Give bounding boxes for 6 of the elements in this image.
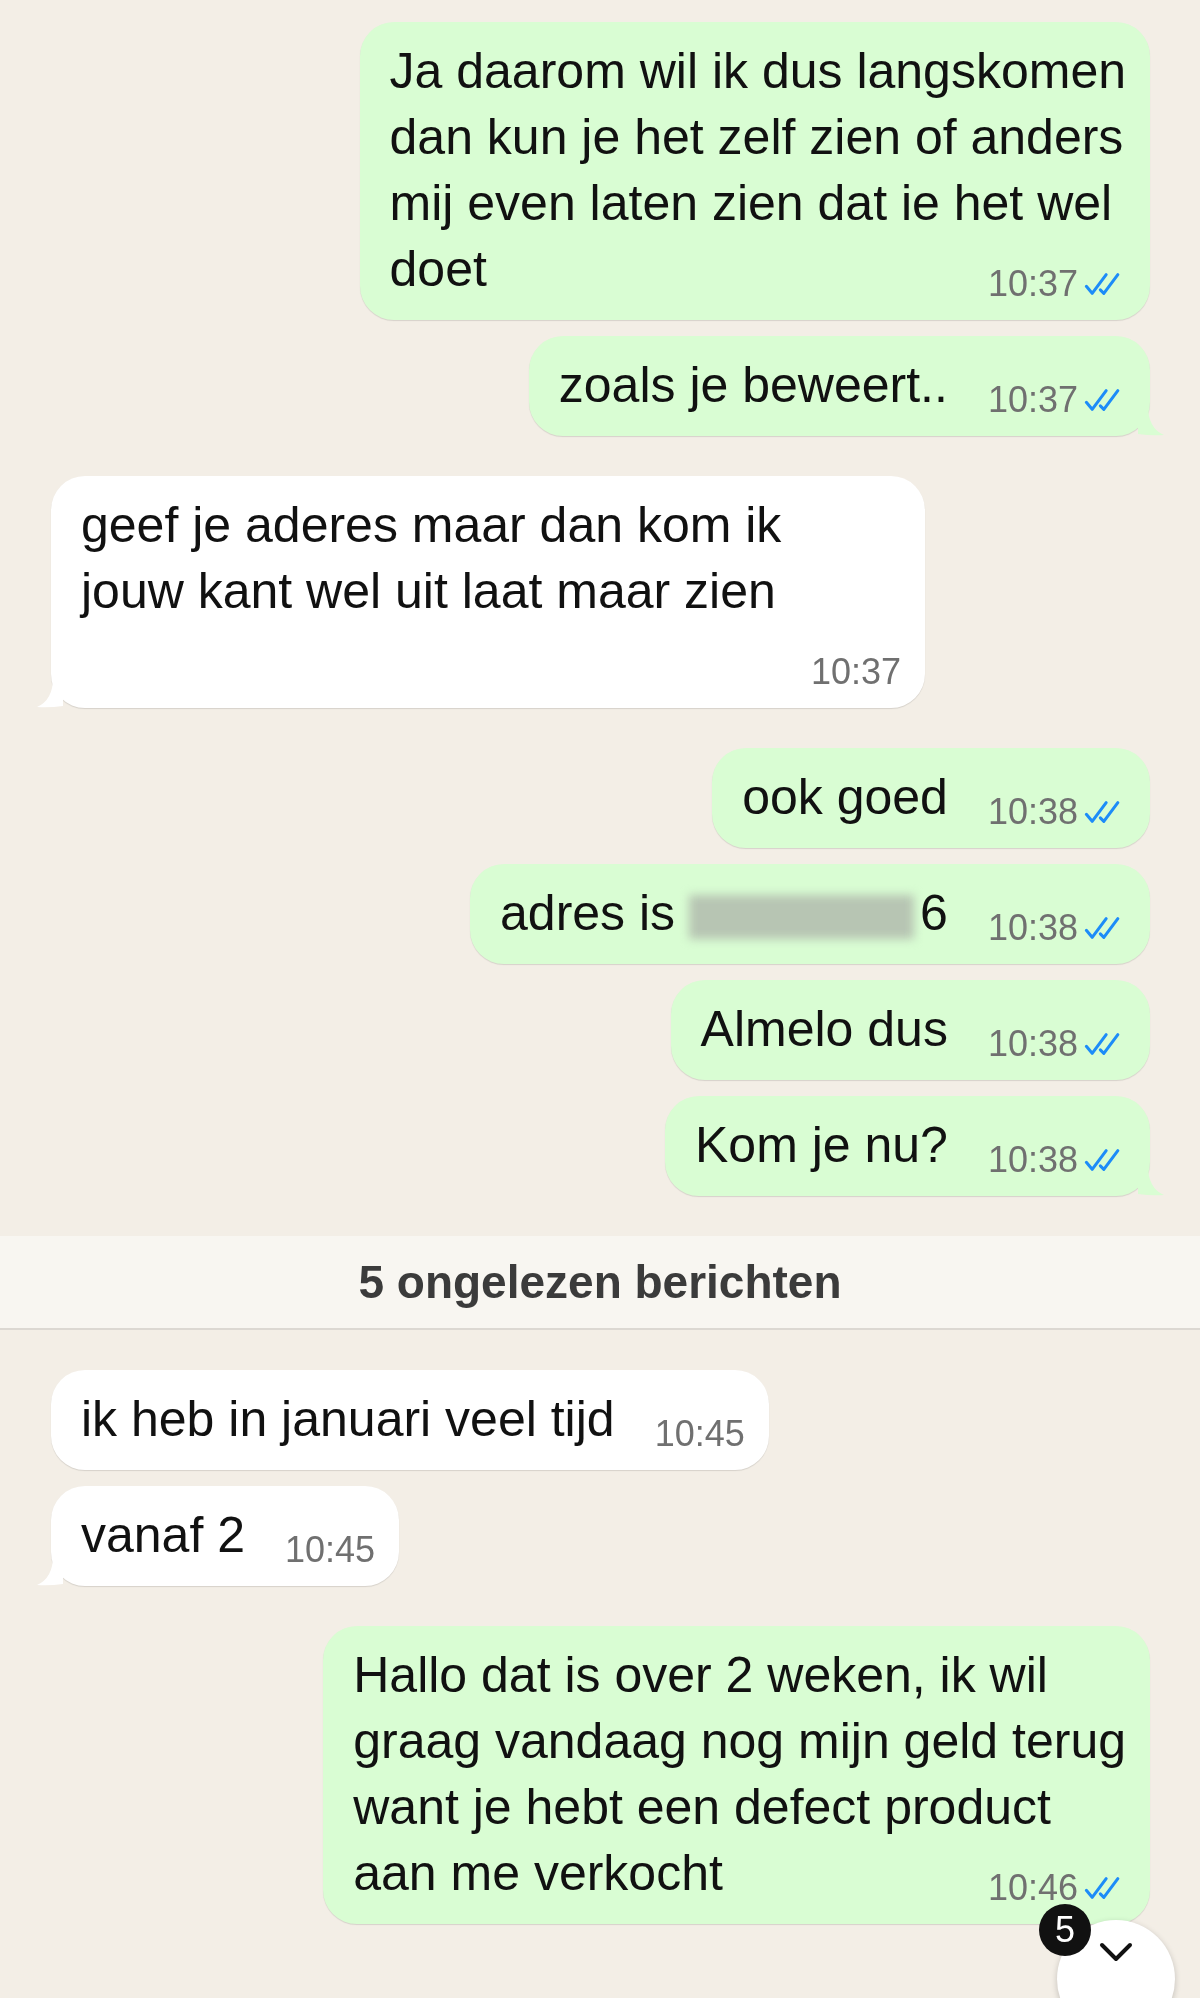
message-time: 10:37 (810, 650, 901, 694)
message-time: 10:38 (987, 906, 1078, 950)
message-text: adres is (500, 885, 676, 941)
message-text: 6 (920, 885, 948, 941)
chevron-down-icon (1099, 1942, 1133, 1962)
unread-divider-text: 5 ongelezen berichten (358, 1255, 842, 1309)
